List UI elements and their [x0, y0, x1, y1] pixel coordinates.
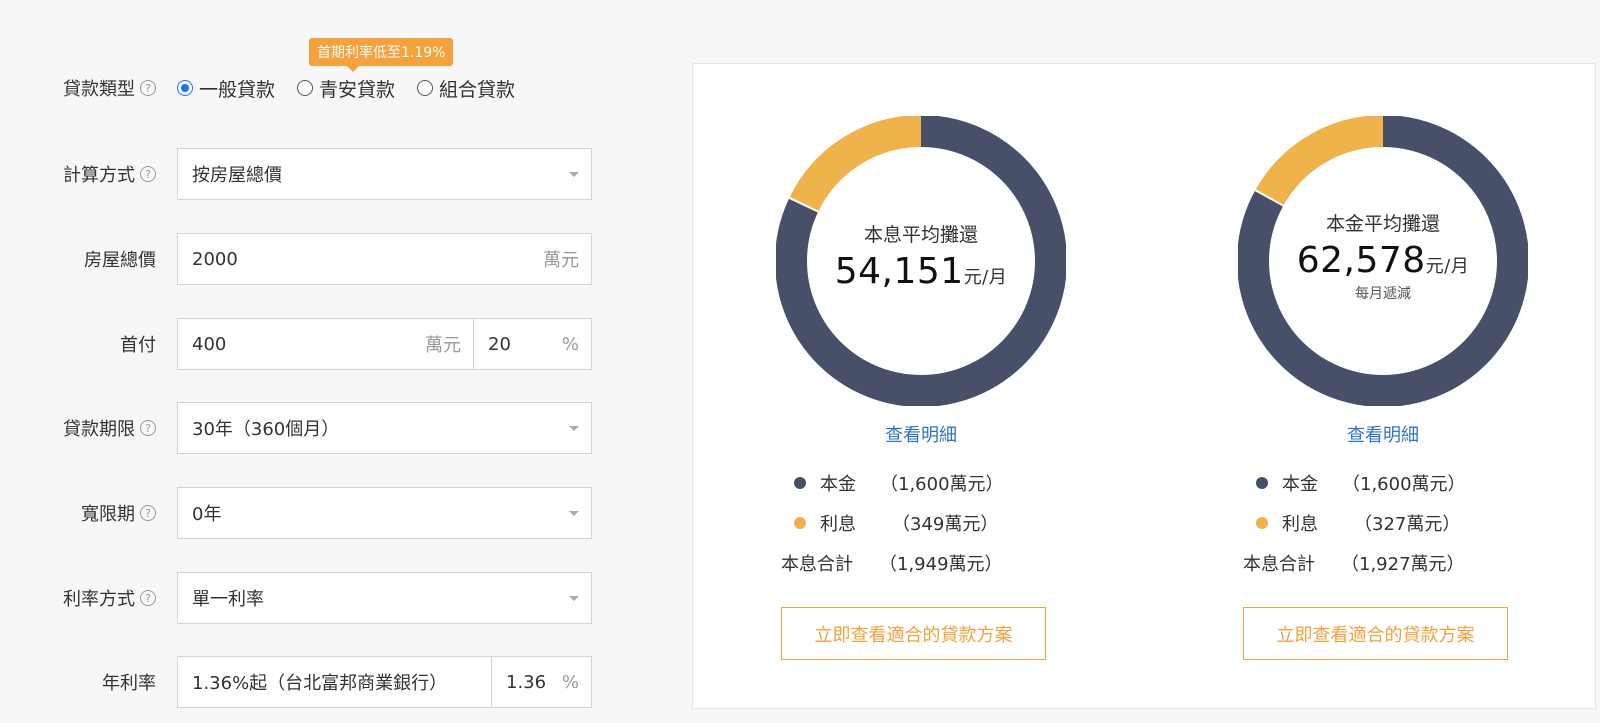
radio-general-loan[interactable]: 一般貸款: [177, 75, 275, 102]
caret-down-icon: [569, 426, 579, 431]
calc-method-label: 計算方式: [63, 165, 135, 186]
annual-rate-value: 1.36: [506, 671, 547, 693]
rate-type-label: 利率方式: [63, 589, 135, 610]
percent-unit: %: [561, 333, 579, 355]
legend-row-total: 本息合計 （1,927萬元）: [1243, 543, 1528, 583]
down-payment-amount-input[interactable]: 400 萬元: [177, 318, 474, 370]
house-price-label: 房屋總價: [84, 250, 156, 271]
result-equal-principal: 本金平均攤還 62,578元/月 每月遞減 查看明細 本金 （1,600萬元） …: [1238, 64, 1528, 660]
donut-title: 本息平均攤還: [863, 224, 978, 246]
legend-principal-label: 本金: [1282, 474, 1318, 495]
radio-combined-loan[interactable]: 組合貸款: [417, 75, 515, 102]
down-payment-inputs: 400 萬元 20 %: [177, 318, 592, 370]
house-price-value: 2000: [192, 248, 238, 270]
radio-youth-loan[interactable]: 青安貸款: [297, 75, 395, 102]
annual-rate-inputs: 1.36%起（台北富邦商業銀行） 1.36 %: [177, 656, 592, 708]
monthly-unit: 元/月: [1425, 256, 1470, 277]
legend-row-principal: 本金 （1,600萬元）: [1256, 463, 1528, 503]
legend-interest-label: 利息: [1282, 514, 1318, 535]
caret-down-icon: [569, 511, 579, 516]
bank-rate-select[interactable]: 1.36%起（台北富邦商業銀行）: [177, 656, 492, 708]
rate-type-value: 單一利率: [192, 589, 264, 610]
bank-rate-value: 1.36%起（台北富邦商業銀行）: [192, 673, 448, 694]
down-payment-amount: 400: [192, 333, 227, 355]
loan-term-value: 30年（360個月）: [192, 419, 340, 440]
legend-row-principal: 本金 （1,600萬元）: [794, 463, 1066, 503]
radio-label-youth: 青安貸款: [319, 78, 396, 101]
legend-interest-value: （327萬元）: [1354, 514, 1461, 535]
annual-rate-unit: %: [561, 671, 579, 693]
house-price-unit: 萬元: [543, 250, 579, 271]
decreasing-monthly-note: 每月遞減: [1355, 286, 1411, 302]
donut-chart-equal-installment: 本息平均攤還 54,151元/月: [776, 116, 1066, 406]
legend: 本金 （1,600萬元） 利息 （327萬元） 本息合計 （1,927萬元）: [1243, 463, 1528, 583]
legend-total-label: 本息合計: [1243, 554, 1315, 575]
house-price-input[interactable]: 2000 萬元: [177, 233, 592, 285]
calc-method-value: 按房屋總價: [192, 165, 282, 186]
grace-period-row: 寬限期 ? 0年: [0, 487, 592, 539]
legend-interest-value: （349萬元）: [892, 514, 999, 535]
loan-term-label: 貸款期限: [63, 419, 135, 440]
result-equal-installment: 本息平均攤還 54,151元/月 查看明細 本金 （1,600萬元） 利息 （3…: [776, 64, 1066, 660]
rate-type-select[interactable]: 單一利率: [177, 572, 592, 624]
loan-type-label: 貸款類型: [63, 79, 135, 100]
view-loan-plans-button[interactable]: 立即查看適合的貸款方案: [1243, 607, 1508, 660]
down-payment-percent: 20: [488, 333, 511, 355]
question-circle-icon[interactable]: ?: [140, 590, 156, 606]
legend-row-interest: 利息 （349萬元）: [794, 503, 1066, 543]
principal-dot-icon: [1256, 477, 1268, 489]
legend-principal-label: 本金: [820, 474, 856, 495]
rate-type-row: 利率方式 ? 單一利率: [0, 572, 592, 624]
view-loan-plans-button[interactable]: 立即查看適合的貸款方案: [781, 607, 1046, 660]
loan-term-row: 貸款期限 ? 30年（360個月）: [0, 402, 592, 454]
loan-term-select[interactable]: 30年（360個月）: [177, 402, 592, 454]
annual-rate-label: 年利率: [102, 673, 156, 694]
legend-principal-value: （1,600萬元）: [1342, 474, 1466, 495]
down-payment-percent-input[interactable]: 20 %: [474, 318, 592, 370]
grace-period-value: 0年: [192, 504, 222, 525]
question-circle-icon[interactable]: ?: [140, 166, 156, 182]
radio-button-checked[interactable]: [177, 80, 193, 96]
question-circle-icon[interactable]: ?: [140, 505, 156, 521]
caret-down-icon: [569, 172, 579, 177]
question-circle-icon[interactable]: ?: [140, 80, 156, 96]
calc-method-select[interactable]: 按房屋總價: [177, 148, 592, 200]
down-payment-row: 首付 400 萬元 20 %: [0, 318, 592, 370]
legend-interest-label: 利息: [820, 514, 856, 535]
monthly-payment-amount: 54,151: [834, 251, 964, 292]
house-price-row: 房屋總價 2000 萬元: [0, 233, 592, 285]
interest-dot-icon: [1256, 517, 1268, 529]
grace-period-label: 寬限期: [81, 504, 135, 525]
calc-method-row: 計算方式 ? 按房屋總價: [0, 148, 592, 200]
radio-button[interactable]: [417, 80, 434, 96]
legend-principal-value: （1,600萬元）: [880, 474, 1004, 495]
annual-rate-input[interactable]: 1.36 %: [492, 656, 592, 708]
view-details-link[interactable]: 查看明細: [1238, 421, 1528, 447]
down-payment-unit: 萬元: [425, 335, 461, 356]
legend-total-label: 本息合計: [781, 554, 853, 575]
monthly-payment-amount: 62,578: [1296, 240, 1426, 281]
interest-dot-icon: [794, 517, 806, 529]
question-circle-icon[interactable]: ?: [140, 420, 156, 436]
legend: 本金 （1,600萬元） 利息 （349萬元） 本息合計 （1,949萬元）: [781, 463, 1066, 583]
grace-period-select[interactable]: 0年: [177, 487, 592, 539]
radio-button[interactable]: [297, 80, 314, 96]
down-payment-label: 首付: [120, 335, 156, 356]
radio-label-combined: 組合貸款: [439, 78, 516, 101]
donut-chart-equal-principal: 本金平均攤還 62,578元/月 每月遞減: [1238, 116, 1528, 406]
legend-total-value: （1,927萬元）: [1341, 554, 1465, 575]
legend-total-value: （1,949萬元）: [879, 554, 1003, 575]
legend-row-interest: 利息 （327萬元）: [1256, 503, 1528, 543]
results-panel: 本息平均攤還 54,151元/月 查看明細 本金 （1,600萬元） 利息 （3…: [692, 63, 1596, 709]
donut-title: 本金平均攤還: [1325, 213, 1440, 235]
radio-label-general: 一般貸款: [199, 78, 276, 101]
principal-dot-icon: [794, 477, 806, 489]
loan-type-radio-group: 一般貸款 青安貸款 組合貸款: [177, 75, 537, 102]
annual-rate-row: 年利率 1.36%起（台北富邦商業銀行） 1.36 %: [0, 656, 592, 708]
view-details-link[interactable]: 查看明細: [776, 421, 1066, 447]
caret-down-icon: [569, 596, 579, 601]
loan-type-row: 貸款類型 ? 一般貸款 青安貸款 組合貸款: [0, 62, 537, 114]
legend-row-total: 本息合計 （1,949萬元）: [781, 543, 1066, 583]
monthly-unit: 元/月: [963, 267, 1008, 288]
